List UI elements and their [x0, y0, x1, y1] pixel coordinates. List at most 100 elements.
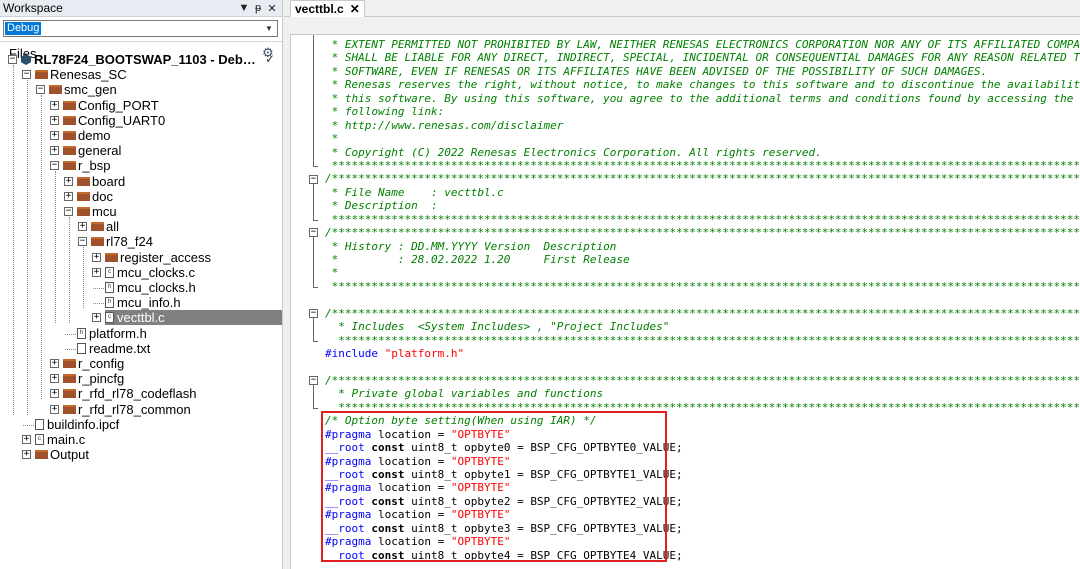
expand-icon[interactable]: +	[22, 435, 31, 444]
code-line[interactable]: __root const uint8_t opbyte3 = BSP_CFG_O…	[325, 522, 1080, 535]
code-line[interactable]: __root const uint8_t opbyte0 = BSP_CFG_O…	[325, 441, 1080, 454]
tree-item[interactable]: h platform.h	[77, 326, 147, 341]
tree-item[interactable]: c vecttbl.c	[105, 310, 282, 326]
tree-item[interactable]: r_bsp	[63, 158, 111, 173]
fold-toggle-icon[interactable]: −	[309, 174, 318, 184]
tree-item[interactable]: RL78F24_BOOTSWAP_1103 - Deb…	[21, 52, 256, 67]
code-area[interactable]: * EXTENT PERMITTED NOT PROHIBITED BY LAW…	[325, 38, 1080, 562]
code-line[interactable]: ****************************************…	[325, 280, 1080, 293]
code-line[interactable]	[325, 361, 1080, 374]
code-line[interactable]: * : 28.02.2022 1.20 First Release	[325, 253, 1080, 266]
tree-item[interactable]: Config_UART0	[63, 113, 165, 128]
tree-item[interactable]: r_config	[63, 356, 124, 371]
code-line[interactable]: ****************************************…	[325, 213, 1080, 226]
tree-item[interactable]: Renesas_SC	[35, 67, 127, 82]
code-line[interactable]: /***************************************…	[325, 172, 1080, 185]
code-line[interactable]: __root const uint8_t opbyte4 = BSP_CFG_O…	[325, 549, 1080, 562]
collapse-icon[interactable]: −	[64, 207, 73, 216]
pin-icon[interactable]: ᵽ	[251, 2, 265, 14]
tab-vecttbl[interactable]: vecttbl.c ✕	[290, 0, 365, 17]
code-line[interactable]: * SOFTWARE, EVEN IF RENESAS OR ITS AFFIL…	[325, 65, 1080, 78]
code-line[interactable]: * Renesas reserves the right, without no…	[325, 78, 1080, 91]
collapse-icon[interactable]: −	[8, 55, 17, 64]
expand-icon[interactable]: +	[64, 176, 73, 186]
tree-item[interactable]: Config_PORT	[63, 98, 159, 113]
code-line[interactable]: * Private global variables and functions	[325, 387, 1080, 400]
fold-toggle-icon[interactable]: −	[309, 309, 318, 318]
code-line[interactable]: * History : DD.MM.YYYY Version Descripti…	[325, 240, 1080, 253]
expand-icon[interactable]: +	[50, 115, 59, 125]
tree-item[interactable]: rl78_f24	[91, 234, 153, 249]
code-line[interactable]: ****************************************…	[325, 159, 1080, 172]
code-line[interactable]: __root const uint8_t opbyte1 = BSP_CFG_O…	[325, 468, 1080, 481]
code-line[interactable]: * SHALL BE LIABLE FOR ANY DIRECT, INDIRE…	[325, 51, 1080, 64]
tree-item[interactable]: h mcu_clocks.h	[105, 280, 196, 295]
tree-item[interactable]: doc	[77, 189, 113, 204]
code-line[interactable]: /***************************************…	[325, 374, 1080, 387]
expand-icon[interactable]: +	[50, 389, 59, 399]
code-line[interactable]: /***************************************…	[325, 307, 1080, 320]
tree-item[interactable]: Output	[35, 447, 89, 462]
code-line[interactable]: #pragma location = "OPTBYTE"	[325, 428, 1080, 441]
expand-icon[interactable]: +	[50, 374, 59, 384]
tree-item[interactable]: all	[91, 219, 119, 234]
tree-item[interactable]: mcu	[77, 204, 117, 219]
tree-item[interactable]: general	[63, 143, 121, 158]
expand-icon[interactable]: +	[50, 131, 59, 140]
code-line[interactable]: #pragma location = "OPTBYTE"	[325, 481, 1080, 494]
code-line[interactable]: ****************************************…	[325, 334, 1080, 347]
code-line[interactable]: * following link:	[325, 105, 1080, 118]
code-line[interactable]: *	[325, 266, 1080, 279]
tree-item[interactable]: r_pincfg	[63, 371, 124, 386]
tree-item[interactable]: r_rfd_rl78_common	[63, 402, 191, 417]
expand-icon[interactable]: +	[92, 252, 101, 262]
code-line[interactable]: #pragma location = "OPTBYTE"	[325, 508, 1080, 521]
code-line[interactable]: * Description :	[325, 199, 1080, 212]
code-line[interactable]: ****************************************…	[325, 401, 1080, 414]
code-line[interactable]: #pragma location = "OPTBYTE"	[325, 535, 1080, 548]
tree-item[interactable]: c main.c	[35, 432, 85, 447]
code-line[interactable]: __root const uint8_t opbyte2 = BSP_CFG_O…	[325, 495, 1080, 508]
code-line[interactable]: #include "platform.h"	[325, 347, 1080, 360]
collapse-icon[interactable]: −	[50, 161, 59, 171]
expand-icon[interactable]: +	[50, 146, 59, 156]
expand-icon[interactable]: +	[50, 404, 59, 414]
expand-icon[interactable]: +	[22, 450, 31, 460]
expand-icon[interactable]: +	[64, 191, 73, 201]
code-line[interactable]	[325, 293, 1080, 306]
expand-icon[interactable]: +	[50, 359, 59, 368]
expand-icon[interactable]: +	[50, 100, 59, 110]
close-icon[interactable]: ✕	[265, 2, 279, 15]
expand-icon[interactable]: +	[92, 267, 101, 277]
code-line[interactable]: * this software. By using this software,…	[325, 92, 1080, 105]
code-line[interactable]: * Includes <System Includes> , "Project …	[325, 320, 1080, 333]
code-line[interactable]: * Copyright (C) 2022 Renesas Electronics…	[325, 146, 1080, 159]
code-editor[interactable]: − − − − * EXTENT PERMITTED NOT PROHIBITED B…	[290, 34, 1080, 569]
tree-item[interactable]: h mcu_info.h	[105, 295, 181, 310]
tree-item[interactable]: smc_gen	[49, 82, 117, 97]
collapse-icon[interactable]: −	[22, 70, 31, 80]
tree-item[interactable]: board	[77, 174, 125, 189]
tree-item[interactable]: r_rfd_rl78_codeflash	[63, 386, 197, 401]
tree-item[interactable]: readme.txt	[77, 341, 150, 356]
tree-item[interactable]: demo	[63, 128, 111, 143]
code-line[interactable]: #pragma location = "OPTBYTE"	[325, 455, 1080, 468]
expand-icon[interactable]: +	[78, 222, 87, 232]
expand-icon[interactable]: +	[92, 313, 101, 323]
fold-toggle-icon[interactable]: −	[309, 228, 318, 238]
panel-menu-icon[interactable]: ▼	[237, 2, 251, 14]
tree-item[interactable]: register_access	[105, 250, 211, 265]
chevron-down-icon[interactable]: ▼	[262, 22, 276, 35]
close-icon[interactable]: ✕	[350, 2, 360, 16]
code-line[interactable]: /***************************************…	[325, 226, 1080, 239]
collapse-icon[interactable]: −	[36, 85, 45, 95]
tree-item[interactable]: c mcu_clocks.c	[105, 265, 195, 280]
fold-toggle-icon[interactable]: −	[309, 376, 318, 386]
code-line[interactable]: * File Name : vecttbl.c	[325, 186, 1080, 199]
tree-item[interactable]: buildinfo.ipcf	[35, 417, 119, 432]
collapse-icon[interactable]: −	[78, 237, 87, 247]
code-line[interactable]: * http://www.renesas.com/disclaimer	[325, 119, 1080, 132]
code-line[interactable]: * EXTENT PERMITTED NOT PROHIBITED BY LAW…	[325, 38, 1080, 51]
configuration-select[interactable]: Debug ▼	[3, 20, 278, 37]
code-line[interactable]: /* Option byte setting(When using IAR) *…	[325, 414, 1080, 427]
